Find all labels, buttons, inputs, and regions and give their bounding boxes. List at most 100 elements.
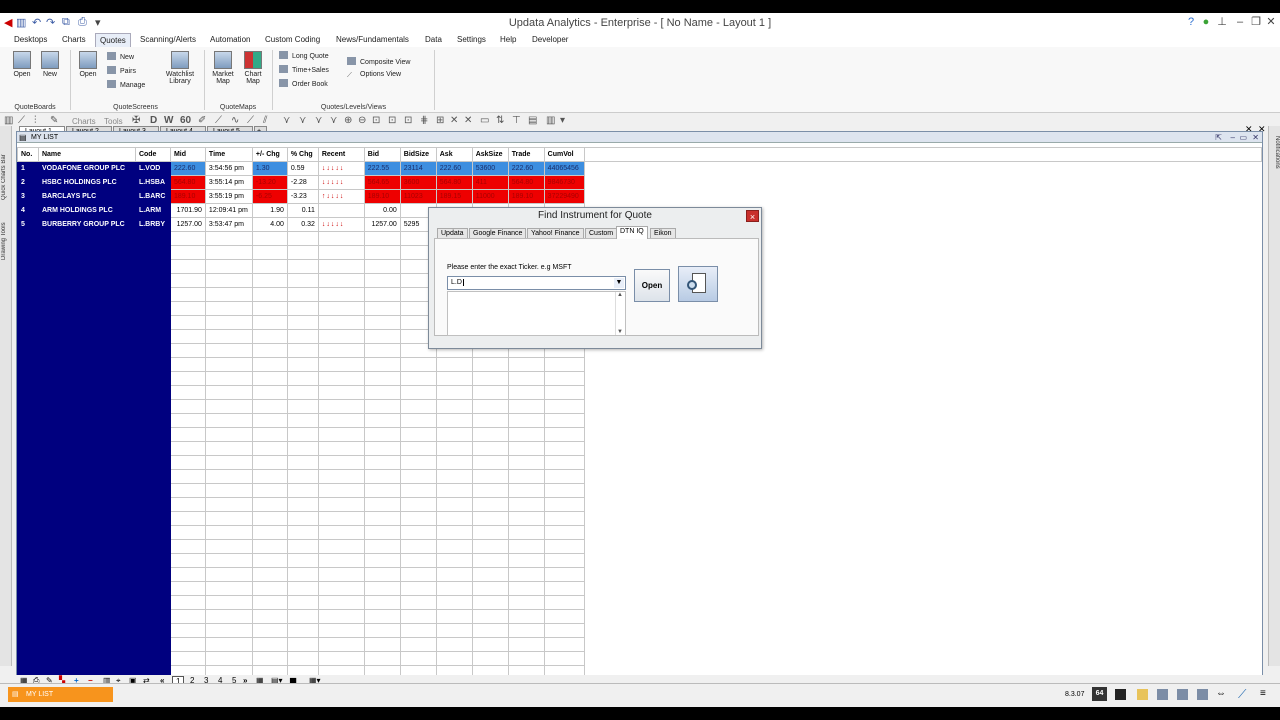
menu-charts[interactable]: Charts xyxy=(62,35,86,44)
long-quote-button[interactable]: Long Quote xyxy=(279,51,329,60)
time-sales-button[interactable]: Time+Sales xyxy=(279,65,329,74)
table-row[interactable] xyxy=(17,427,1262,442)
scale-icon[interactable]: ⊤ xyxy=(512,115,521,126)
taskbar-tab-my-list[interactable]: ▤ MY LIST xyxy=(8,687,113,702)
drawing-tools-tab[interactable]: Drawing Tools xyxy=(1,206,11,260)
fibonacci-icon[interactable]: ⋕ xyxy=(420,115,428,126)
col-ask-header[interactable]: Ask xyxy=(435,147,473,162)
minimize-icon[interactable]: – xyxy=(1233,15,1247,29)
daily-button[interactable]: D xyxy=(150,115,157,126)
monitor-icon[interactable] xyxy=(1115,689,1126,700)
zigzag-icon[interactable]: ⋎ xyxy=(315,115,322,126)
table-row[interactable] xyxy=(17,455,1262,470)
zoom-in-icon[interactable]: ⊕ xyxy=(344,115,352,126)
lock-icon[interactable]: ⊡ xyxy=(388,115,396,126)
status-icon[interactable]: ● xyxy=(1199,15,1213,29)
dialog-close-button[interactable]: × xyxy=(746,210,759,222)
quick-charts-bar-tab[interactable]: Quick Charts Bar xyxy=(1,134,11,200)
market-map-button[interactable]: Market Map xyxy=(208,51,238,85)
quotescreen-open-button[interactable]: Open xyxy=(73,51,103,78)
col-time-header[interactable]: Time xyxy=(204,147,253,162)
menu-desktops[interactable]: Desktops xyxy=(14,35,47,44)
table-row[interactable]: 3 BARCLAYS PLC L.BARC 189.10 3:55:19 pm -6.25… xyxy=(17,189,1262,204)
channel-icon[interactable]: ⫽ xyxy=(263,115,267,126)
col-trade-header[interactable]: Trade xyxy=(507,147,545,162)
table-row[interactable] xyxy=(17,385,1262,400)
menu-scanning-alerts[interactable]: Scanning/Alerts xyxy=(140,35,196,44)
table-row[interactable] xyxy=(17,637,1262,652)
table-row[interactable] xyxy=(17,399,1262,414)
menu-quotes[interactable]: Quotes xyxy=(95,33,131,47)
grid-icon[interactable]: ⊞ xyxy=(436,115,444,126)
quoteboard-new-button[interactable]: New xyxy=(35,51,65,78)
table-row[interactable] xyxy=(17,539,1262,554)
layout-icon[interactable] xyxy=(1177,689,1188,700)
col-pct-change-header[interactable]: % Chg xyxy=(286,147,319,162)
order-book-button[interactable]: Order Book xyxy=(279,79,328,88)
col-recent-header[interactable]: Recent xyxy=(317,147,365,162)
line-chart-icon[interactable]: ⟋ xyxy=(18,115,25,126)
close-icon[interactable]: ✕ xyxy=(1252,132,1259,143)
table-row[interactable]: 1 VODAFONE GROUP PLC L.VOD 222.60 3:54:56 pm… xyxy=(17,161,1262,176)
minimize-icon[interactable]: – xyxy=(1231,132,1235,143)
columns-icon[interactable]: ▥ xyxy=(546,115,555,126)
ticker-input[interactable]: L.D ▼ xyxy=(447,276,626,290)
crosshair-icon[interactable]: ✠ xyxy=(132,115,140,126)
trend-icon[interactable]: ⟋ xyxy=(215,115,222,126)
lock-icon[interactable]: ⊡ xyxy=(404,115,412,126)
col-ask-size-header[interactable]: AskSize xyxy=(471,147,509,162)
close-icon[interactable]: ✕ xyxy=(1264,15,1278,29)
record-icon[interactable] xyxy=(1197,689,1208,700)
weekly-button[interactable]: W xyxy=(164,115,173,126)
tab-dtn-iq[interactable]: DTN IQ xyxy=(616,226,648,239)
menu-automation[interactable]: Automation xyxy=(210,35,250,44)
menu-help[interactable]: Help xyxy=(500,35,516,44)
menu-settings[interactable]: Settings xyxy=(457,35,486,44)
menu-custom-coding[interactable]: Custom Coding xyxy=(265,35,320,44)
layers-icon[interactable]: ▤ xyxy=(528,115,537,126)
col-change-header[interactable]: +/- Chg xyxy=(251,147,288,162)
list-scrollbar[interactable]: ▲ ▼ xyxy=(615,292,624,335)
sort-icon[interactable]: ⇅ xyxy=(496,115,504,126)
bar-chart-icon[interactable]: ▥ xyxy=(4,115,13,126)
ticker-suggestion-list[interactable]: ▲ ▼ xyxy=(447,291,626,336)
help-icon[interactable]: ? xyxy=(1184,15,1198,29)
composite-view-button[interactable]: Composite View xyxy=(347,57,410,66)
brush-icon[interactable]: ✎ xyxy=(50,115,58,126)
search-button[interactable] xyxy=(678,266,718,302)
quotescreen-new-button[interactable]: New xyxy=(107,52,134,61)
ruler-icon[interactable]: ▭ xyxy=(480,115,489,126)
chart-map-button[interactable]: Chart Map xyxy=(238,51,268,85)
zigzag-icon[interactable]: ⋎ xyxy=(299,115,306,126)
col-bid-size-header[interactable]: BidSize xyxy=(399,147,437,162)
window-icon[interactable] xyxy=(1157,689,1168,700)
table-row[interactable] xyxy=(17,357,1262,372)
menu-data[interactable]: Data xyxy=(425,35,442,44)
menu-icon[interactable]: ≡ xyxy=(1260,688,1266,699)
trend-icon[interactable]: ⟋ xyxy=(247,115,254,126)
watchlist-library-button[interactable]: Watchlist Library xyxy=(162,51,198,85)
table-row[interactable] xyxy=(17,525,1262,540)
sixty-minute-button[interactable]: 60 xyxy=(180,115,191,126)
col-code-header[interactable]: Code xyxy=(134,147,171,162)
table-row[interactable]: 2 HSBC HOLDINGS PLC L.HSBA 564.80 3:55:14 pm… xyxy=(17,175,1262,190)
more-tools-icon[interactable]: ▾ xyxy=(560,115,565,126)
connection-icon[interactable]: ⟋ xyxy=(1238,687,1246,702)
manage-button[interactable]: Manage xyxy=(107,80,145,89)
lock-icon[interactable]: ⊡ xyxy=(372,115,380,126)
zoom-out-icon[interactable]: ⊖ xyxy=(358,115,366,126)
charts-label[interactable]: Charts xyxy=(72,117,96,126)
table-row[interactable] xyxy=(17,595,1262,610)
candle-icon[interactable]: ⫶ xyxy=(34,115,37,126)
table-row[interactable] xyxy=(17,441,1262,456)
chevron-down-icon[interactable]: ▼ xyxy=(614,278,624,288)
table-row[interactable] xyxy=(17,511,1262,526)
col-no-header[interactable]: No. xyxy=(17,147,39,162)
maximize-icon[interactable]: ❐ xyxy=(1249,15,1263,29)
edit-icon[interactable]: ✐ xyxy=(198,115,206,126)
table-row[interactable] xyxy=(17,623,1262,638)
wave-icon[interactable]: ∿ xyxy=(231,115,239,126)
zigzag-icon[interactable]: ⋎ xyxy=(330,115,337,126)
col-bid-header[interactable]: Bid xyxy=(363,147,401,162)
pin-icon[interactable]: ⊥ xyxy=(1215,15,1229,29)
